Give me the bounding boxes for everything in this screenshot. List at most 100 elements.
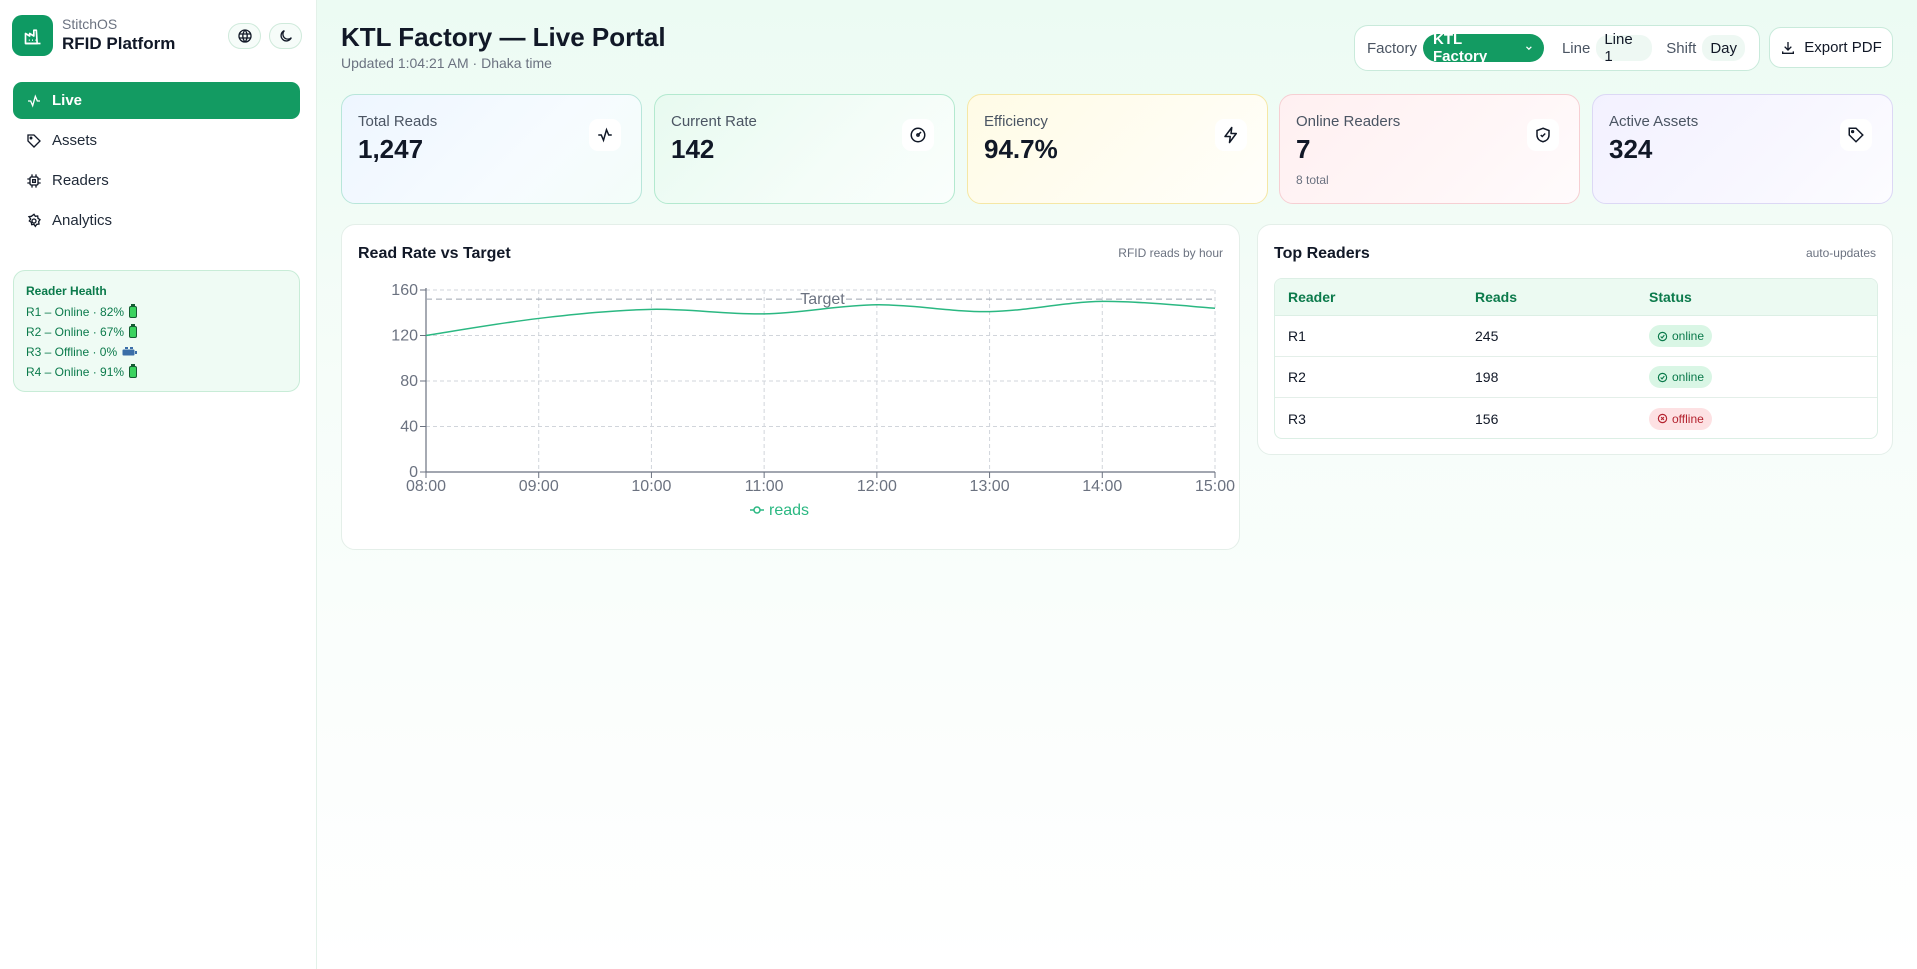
table-header: Reader Reads Status — [1275, 279, 1877, 316]
status-text: offline — [1672, 411, 1704, 426]
x-tick-label: 11:00 — [745, 478, 784, 495]
status-text: online — [1672, 329, 1705, 343]
shift-select[interactable]: Day — [1702, 35, 1745, 61]
reads-cell: 156 — [1475, 410, 1499, 427]
kpi-value: 324 — [1609, 134, 1653, 164]
check-circle-icon — [1657, 331, 1668, 341]
chart-note: RFID reads by hour — [1118, 246, 1223, 260]
tag-icon — [1840, 119, 1872, 151]
factory-icon — [12, 15, 53, 56]
column-header-status[interactable]: Status — [1637, 289, 1877, 305]
shield-check-icon — [1527, 119, 1559, 151]
sidebar-item-label: Assets — [52, 132, 98, 149]
globe-icon — [237, 29, 252, 43]
export-pdf-button[interactable]: Export PDF — [1769, 27, 1893, 68]
battery-icon — [129, 304, 138, 318]
sidebar-item-label: Analytics — [52, 212, 113, 229]
table-row[interactable]: R3 156 offline — [1275, 398, 1877, 438]
kpi-label: Efficiency — [984, 113, 1048, 130]
kpi-subtext: 8 total — [1296, 173, 1329, 187]
table-note: auto-updates — [1805, 246, 1876, 260]
activity-icon — [26, 93, 42, 109]
reader-cell: R3 — [1288, 410, 1306, 427]
x-tick-label: 15:00 — [1195, 478, 1235, 495]
reader-health-panel: Reader Health R1 – Online · 82% R2 – Onl… — [13, 270, 300, 392]
target-label: Target — [800, 291, 845, 308]
reader-health-title: Reader Health — [26, 284, 107, 298]
brand-title: RFID Platform — [62, 34, 176, 53]
line-label: Line — [1561, 39, 1591, 57]
column-header-reader[interactable]: Reader — [1275, 289, 1463, 305]
reads-cell: 198 — [1475, 369, 1499, 385]
kpi-value: 142 — [671, 134, 715, 164]
x-tick-label: 08:00 — [406, 478, 446, 495]
kpi-label: Online Readers — [1296, 113, 1401, 130]
tag-icon — [26, 133, 42, 149]
sidebar: StitchOS RFID Platform Live Assets Reade… — [0, 0, 317, 969]
battery-icon — [129, 324, 138, 338]
kpi-label: Total Reads — [358, 113, 438, 130]
sidebar-item-assets[interactable]: Assets — [13, 122, 300, 159]
top-readers-card: Top Readers auto-updates Reader Reads St… — [1257, 224, 1893, 455]
theme-toggle-button[interactable] — [269, 23, 302, 49]
page-title: KTL Factory — Live Portal — [341, 22, 666, 52]
shift-label: Shift — [1666, 39, 1697, 57]
sidebar-item-label: Live — [52, 92, 83, 109]
legend-marker-dot — [753, 506, 761, 514]
factory-select[interactable]: KTL Factory — [1423, 31, 1544, 65]
export-pdf-label: Export PDF — [1804, 39, 1882, 56]
top-readers-table: Reader Reads Status R1 245 online R2 198… — [1274, 278, 1878, 439]
kpi-value: 1,247 — [358, 134, 424, 164]
chip-icon — [26, 173, 42, 189]
x-tick-label: 10:00 — [631, 478, 671, 495]
sidebar-item-analytics[interactable]: Analytics — [13, 202, 300, 239]
x-tick-label: 12:00 — [857, 478, 897, 495]
kpi-value: 94.7% — [984, 134, 1058, 164]
y-tick-label: 120 — [391, 328, 418, 345]
y-tick-label: 80 — [400, 373, 418, 390]
reader-cell: R1 — [1288, 328, 1306, 344]
reader-health-row: R3 – Offline · 0% — [26, 342, 287, 362]
kpi-card-efficiency: Efficiency 94.7% — [967, 94, 1268, 204]
kpi-card-current-rate: Current Rate 142 — [654, 94, 955, 204]
brand: StitchOS RFID Platform — [12, 15, 175, 56]
x-tick-label: 09:00 — [519, 478, 559, 495]
line-select[interactable]: Line 1 — [1596, 31, 1653, 65]
gear-icon — [26, 212, 42, 229]
read-rate-chart: 0408012016008:00 09:00 10:00 11:00 12:00 13:0… — [391, 282, 1235, 519]
download-icon — [1782, 41, 1795, 54]
reader-health-row: R2 – Online · 67% — [26, 322, 287, 342]
sidebar-nav: Live Assets Readers Analytics — [13, 82, 300, 242]
brand-subtitle: StitchOS — [62, 16, 118, 32]
table-row[interactable]: R2 198 online — [1275, 357, 1877, 398]
table-row[interactable]: R1 245 online — [1275, 316, 1877, 357]
reader-health-text: R3 – Offline · 0% — [26, 345, 118, 359]
legend-label-reads: reads — [769, 502, 809, 519]
kpi-card-online-readers: Online Readers 7 8 total — [1279, 94, 1580, 204]
y-tick-label: 160 — [391, 282, 418, 299]
reads-cell: 245 — [1475, 328, 1499, 344]
battery-empty-icon — [122, 347, 138, 357]
bolt-icon — [1215, 119, 1247, 151]
table-title: Top Readers — [1274, 245, 1370, 262]
status-badge: online — [1649, 325, 1713, 347]
x-tick-label: 14:00 — [1082, 478, 1122, 495]
sidebar-item-readers[interactable]: Readers — [13, 162, 300, 199]
reader-health-row: R4 – Online · 91% — [26, 362, 287, 382]
chevron-down-icon — [1526, 46, 1532, 51]
sidebar-item-live[interactable]: Live — [13, 82, 300, 119]
kpi-value: 7 — [1296, 134, 1311, 164]
kpi-card-total-reads: Total Reads 1,247 — [341, 94, 642, 204]
battery-icon — [129, 364, 138, 378]
reader-health-row: R1 – Online · 82% — [26, 302, 287, 322]
language-toggle-button[interactable] — [228, 23, 261, 49]
status-text: online — [1672, 370, 1705, 384]
kpi-card-active-assets: Active Assets 324 — [1592, 94, 1893, 204]
reader-cell: R2 — [1288, 369, 1306, 385]
activity-icon — [589, 119, 621, 151]
column-header-reads[interactable]: Reads — [1463, 289, 1637, 305]
x-circle-icon — [1657, 413, 1668, 424]
kpi-label: Current Rate — [671, 113, 757, 130]
filter-bar: Factory KTL Factory Line Line 1 Shift Da… — [1354, 25, 1760, 71]
chart-title: Read Rate vs Target — [358, 245, 511, 262]
